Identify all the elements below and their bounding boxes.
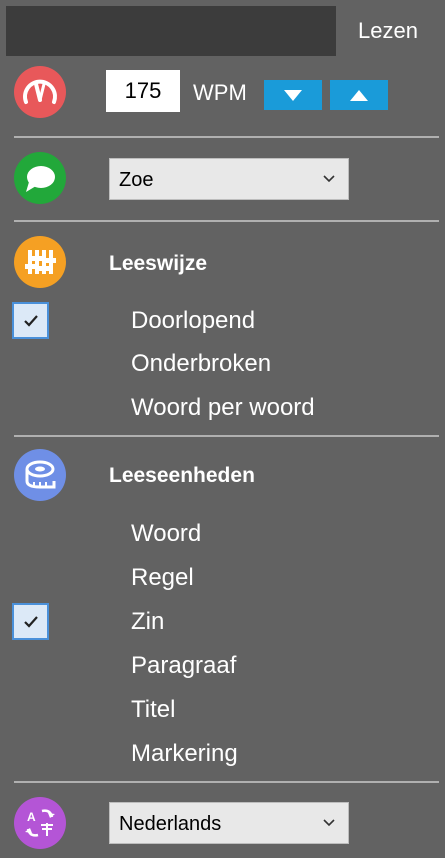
reading-mode-option-doorlopend[interactable]: Doorlopend <box>131 306 255 336</box>
voice-select-value: Zoe <box>119 169 154 191</box>
reading-unit-option-titel[interactable]: Titel <box>131 695 175 725</box>
reading-unit-checkbox-zin[interactable] <box>12 603 49 640</box>
speed-unit-label: WPM <box>193 80 247 105</box>
tab-bar-empty-area <box>6 6 336 56</box>
reading-unit-option-markering[interactable]: Markering <box>131 739 238 769</box>
speed-increase-button[interactable] <box>330 80 388 110</box>
speech-bubble-icon <box>14 152 66 204</box>
svg-text:A: A <box>27 810 36 824</box>
reading-unit-option-paragraaf[interactable]: Paragraaf <box>131 651 236 681</box>
checkmark-icon <box>24 616 38 628</box>
translate-icon: A <box>14 797 66 849</box>
speedometer-icon <box>14 66 66 118</box>
speed-decrease-button[interactable] <box>264 80 322 110</box>
equalizer-icon <box>14 236 66 288</box>
reading-units-header: Leeseenheden <box>109 464 255 487</box>
voice-select[interactable]: Zoe <box>109 158 349 200</box>
reading-unit-option-woord[interactable]: Woord <box>131 519 201 549</box>
reading-mode-checkbox-doorlopend[interactable] <box>12 302 49 339</box>
separator <box>14 220 439 222</box>
language-select-value: Nederlands <box>119 813 222 835</box>
language-select[interactable]: Nederlands <box>109 802 349 844</box>
arrow-up-icon <box>350 90 368 101</box>
reading-mode-option-woord-per-woord[interactable]: Woord per woord <box>131 393 315 423</box>
tape-measure-icon <box>14 449 66 501</box>
chevron-down-icon <box>323 175 335 183</box>
speed-input[interactable]: 175 <box>106 70 180 112</box>
reading-unit-option-regel[interactable]: Regel <box>131 563 194 593</box>
tab-lezen[interactable]: Lezen <box>336 6 440 56</box>
chevron-down-icon <box>323 819 335 827</box>
arrow-down-icon <box>284 90 302 101</box>
reading-unit-option-zin[interactable]: Zin <box>131 607 164 637</box>
checkmark-icon <box>24 315 38 327</box>
separator <box>14 435 439 437</box>
reading-mode-header: Leeswijze <box>109 252 208 275</box>
tab-bar: Lezen <box>0 0 445 56</box>
separator <box>14 781 439 783</box>
separator <box>14 136 439 138</box>
reading-mode-option-onderbroken[interactable]: Onderbroken <box>131 349 271 379</box>
